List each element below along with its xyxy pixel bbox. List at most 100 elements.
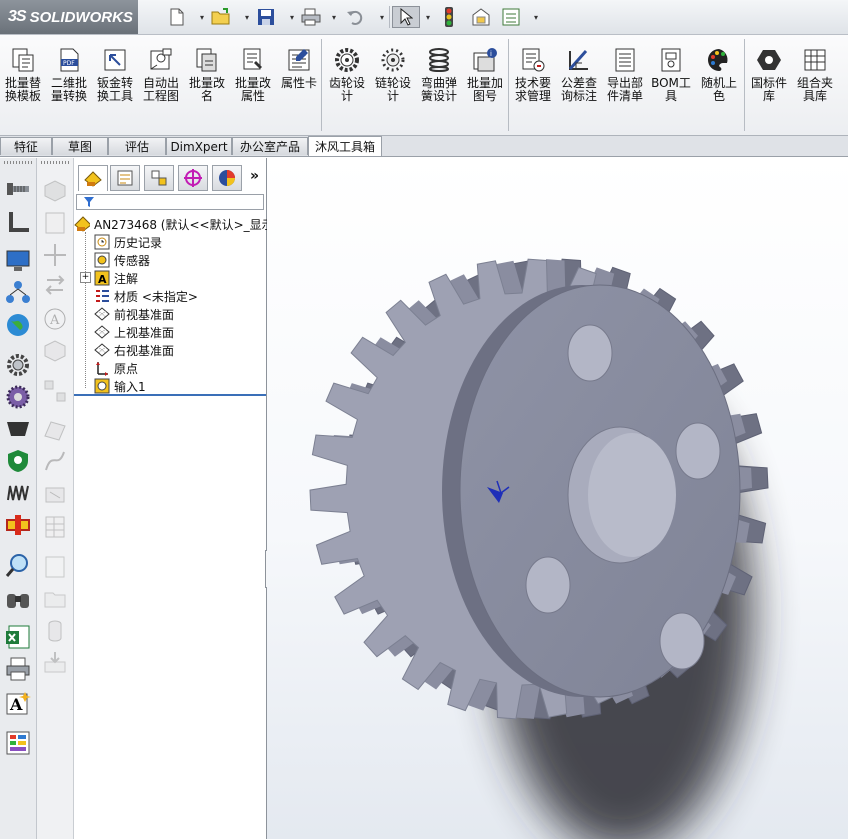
toolbar-grip[interactable] — [4, 161, 32, 164]
tab-features[interactable]: 特征 — [0, 137, 52, 155]
svg-text:A: A — [98, 273, 107, 286]
configuration-manager-tab[interactable] — [144, 165, 174, 191]
tool-bom[interactable]: BOM工 具 — [648, 45, 694, 125]
tool-fixture-library[interactable]: 组合夹 具库 — [792, 45, 838, 125]
title-bar: 3S SOLIDWORKS ▾ ▾ ▾ ▾ ▾ ▾ ▾ — [0, 0, 848, 35]
swap-icon[interactable] — [42, 272, 68, 298]
tab-dimxpert[interactable]: DimXpert — [166, 137, 232, 155]
annotation-a-icon[interactable]: A — [42, 306, 68, 332]
tab-office-products[interactable]: 办公室产品 — [232, 137, 308, 155]
tool-batch-replace-template[interactable]: 批量替 换模板 — [0, 45, 46, 125]
tree-item-history[interactable]: 历史记录 — [94, 233, 162, 251]
feature-tree-tab[interactable] — [78, 165, 108, 191]
new-dropdown-arrow-icon[interactable]: ▾ — [198, 9, 206, 25]
shield-icon[interactable] — [5, 448, 31, 474]
tool-pdf-convert[interactable]: PDF 二维批 量转换 — [46, 45, 92, 125]
import-icon[interactable] — [42, 650, 68, 676]
tool-random-color[interactable]: 随机上 色 — [696, 45, 742, 125]
part-icon[interactable] — [42, 178, 68, 204]
tree-root-part[interactable]: AN273468 (默认<<默认>_显示 — [74, 215, 274, 233]
cylinder-icon[interactable] — [42, 618, 68, 644]
surface-icon[interactable] — [42, 416, 68, 442]
sheet-icon[interactable] — [42, 554, 68, 580]
toolbar-grip[interactable] — [41, 161, 69, 164]
tree-item-label: 原点 — [114, 361, 139, 376]
tool-gear-design[interactable]: 齿轮设 计 — [324, 45, 370, 125]
tool-property-card[interactable]: 属性卡 — [276, 45, 322, 125]
text-tool-icon[interactable]: A — [5, 690, 31, 716]
undo-icon[interactable] — [344, 6, 366, 28]
belt-pulley-icon[interactable] — [5, 416, 31, 442]
tree-item-plane[interactable]: 上视基准面 — [94, 323, 174, 341]
tool-spring-design[interactable]: 弯曲弹 簧设计 — [416, 45, 462, 125]
tool-tech-requirement[interactable]: 技术要 求管理 — [510, 45, 556, 125]
tree-expand-toggle[interactable]: + — [80, 272, 91, 283]
display-manager-tab[interactable] — [212, 165, 242, 191]
tool-tolerance[interactable]: 公差查 询标注 — [556, 45, 602, 125]
tab-evaluate[interactable]: 评估 — [108, 137, 166, 155]
svg-text:A: A — [9, 695, 23, 714]
box-icon[interactable] — [42, 338, 68, 364]
tree-item-plane[interactable]: 前视基准面 — [94, 305, 174, 323]
tool-batch-drawing-number[interactable]: i 批量加 图号 — [462, 45, 508, 125]
tool-more[interactable]: 标 — [836, 45, 848, 125]
options-icon[interactable] — [500, 6, 522, 28]
options-dropdown-arrow-icon[interactable]: ▾ — [532, 9, 540, 25]
tool-sprocket-design[interactable]: 链轮设 计 — [370, 45, 416, 125]
layout-icon[interactable] — [42, 210, 68, 236]
tree-item-material[interactable]: 材质 <未指定> — [94, 287, 198, 305]
select-dropdown-arrow-icon[interactable]: ▾ — [424, 9, 432, 25]
spring-icon[interactable] — [5, 480, 31, 506]
tree-item-origin[interactable]: 原点 — [94, 359, 138, 377]
binoculars-icon[interactable] — [5, 586, 31, 612]
save-icon[interactable] — [255, 6, 277, 28]
tab-sketch[interactable]: 草图 — [52, 137, 108, 155]
tree-item-plane[interactable]: 右视基准面 — [94, 341, 174, 359]
tree-item-label: 材质 <未指定> — [114, 289, 198, 304]
more-tabs-chevron-icon[interactable]: » — [250, 168, 259, 184]
print-icon[interactable] — [300, 6, 322, 28]
graphics-area[interactable] — [267, 157, 848, 839]
gear-icon[interactable] — [5, 352, 31, 378]
pattern-icon[interactable] — [42, 378, 68, 404]
print-dropdown-arrow-icon[interactable]: ▾ — [330, 9, 338, 25]
folder-icon[interactable] — [42, 586, 68, 612]
tool-batch-properties[interactable]: 批量改 属性 — [230, 45, 276, 125]
tool-auto-drawing[interactable]: 自动出 工程图 — [138, 45, 184, 125]
tree-item-annotation[interactable]: + A 注解 — [80, 269, 138, 287]
gear-model[interactable] — [267, 157, 848, 839]
tree-item-imported-body[interactable]: 输入1 — [94, 377, 146, 395]
globe-icon[interactable] — [5, 312, 31, 338]
color-table-icon[interactable] — [5, 730, 31, 756]
printer-icon[interactable] — [5, 656, 31, 682]
bolt-icon[interactable] — [5, 176, 31, 202]
rebuild-traffic-light-icon[interactable] — [438, 6, 460, 28]
table-icon[interactable] — [42, 514, 68, 540]
open-folder-icon[interactable] — [210, 6, 232, 28]
sprocket-icon[interactable] — [5, 384, 31, 410]
monitor-icon[interactable] — [5, 248, 31, 274]
weld-icon[interactable] — [42, 482, 68, 508]
network-icon[interactable] — [5, 280, 31, 306]
select-arrow-icon[interactable] — [392, 6, 420, 28]
magnifier-icon[interactable] — [5, 552, 31, 578]
curve-icon[interactable] — [42, 448, 68, 474]
dimxpert-manager-tab[interactable] — [178, 165, 208, 191]
tool-batch-rename[interactable]: 批量改 名 — [184, 45, 230, 125]
excel-icon[interactable] — [5, 624, 31, 650]
open-dropdown-arrow-icon[interactable]: ▾ — [243, 9, 251, 25]
file-properties-icon[interactable] — [470, 6, 492, 28]
coupling-icon[interactable] — [5, 512, 31, 538]
tree-item-sensor[interactable]: 传感器 — [94, 251, 150, 269]
tool-sheet-metal[interactable]: 钣金转 换工具 — [92, 45, 138, 125]
feature-filter-field[interactable] — [76, 194, 264, 210]
undo-dropdown-arrow-icon[interactable]: ▾ — [378, 9, 386, 25]
save-dropdown-arrow-icon[interactable]: ▾ — [288, 9, 296, 25]
tab-mufeng-toolbox[interactable]: 沐风工具箱 — [308, 136, 382, 156]
tool-export-list[interactable]: 导出部 件清单 — [602, 45, 648, 125]
angle-steel-icon[interactable] — [5, 210, 31, 236]
new-document-icon[interactable] — [166, 6, 188, 28]
tool-standard-parts[interactable]: 国标件 库 — [746, 45, 792, 125]
move-icon[interactable] — [42, 242, 68, 268]
property-manager-tab[interactable] — [110, 165, 140, 191]
